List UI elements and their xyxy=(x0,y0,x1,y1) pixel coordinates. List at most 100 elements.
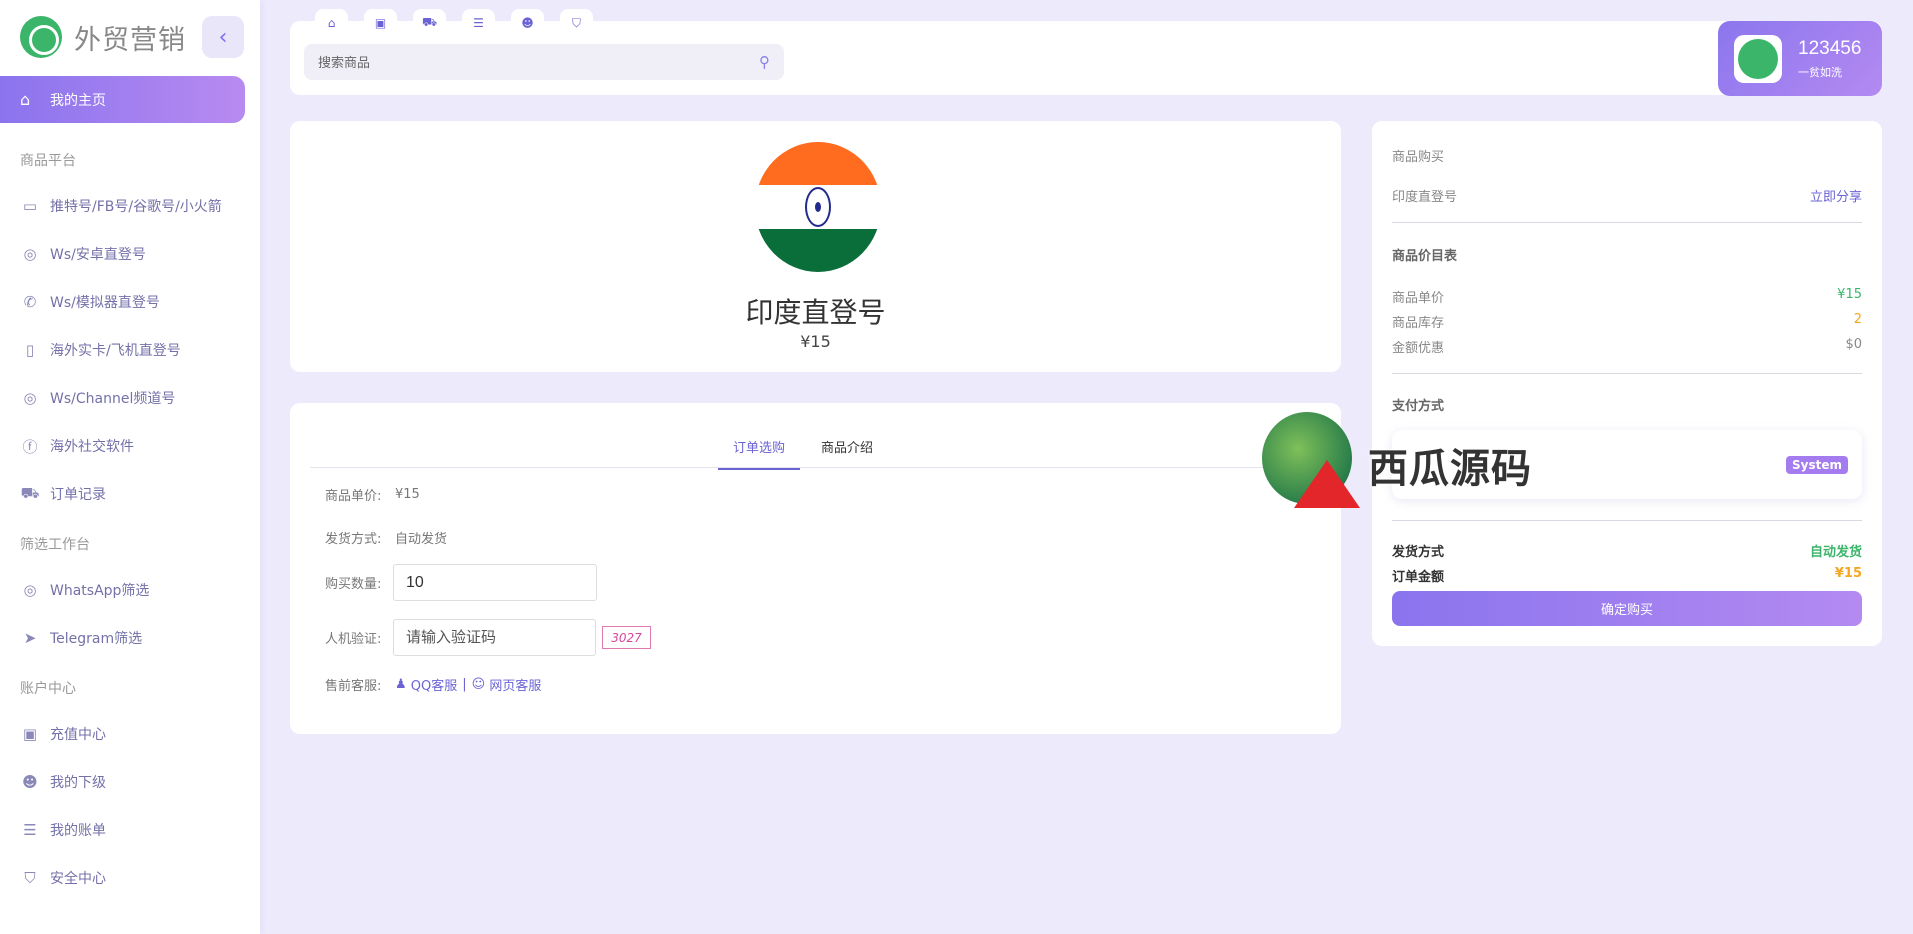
quick-wallet-button[interactable]: ▣ xyxy=(364,9,397,37)
search-icon[interactable]: ⚲ xyxy=(759,53,770,71)
facebook-icon: ⓕ xyxy=(22,437,38,456)
quantity-label: 购买数量: xyxy=(325,577,382,592)
sidebar-item-home[interactable]: ⌂ 我的主页 xyxy=(0,76,245,123)
collapse-sidebar-button[interactable]: ‹ xyxy=(202,16,244,58)
order-card: 订单选购 商品介绍 商品单价: ¥15 发货方式: 自动发货 购买数量: 人机验… xyxy=(290,403,1341,734)
sidebar-item-ws-channel[interactable]: ◎ Ws/Channel频道号 xyxy=(20,385,175,411)
sidebar-item-recharge[interactable]: ▣ 充值中心 xyxy=(20,721,106,747)
web-service-label: 网页客服 xyxy=(489,679,542,694)
watermelon-slice-icon xyxy=(1294,460,1360,508)
confirm-buy-button[interactable]: 确定购买 xyxy=(1392,591,1862,626)
sidebar-item-label: 推特号/FB号/谷歌号/小火箭 xyxy=(50,199,222,215)
web-service-link[interactable]: ☺ 网页客服 xyxy=(472,675,542,694)
service-row: 售前客服: ♟ QQ客服 | ☺ 网页客服 xyxy=(325,675,541,694)
sidebar-item-bills[interactable]: ☰ 我的账单 xyxy=(20,817,106,843)
bill-icon: ☰ xyxy=(473,16,484,30)
sidebar-section-title: 商品平台 xyxy=(20,153,76,169)
chat-icon: ▭ xyxy=(22,197,38,215)
divider xyxy=(1392,222,1862,223)
tab-order-select[interactable]: 订单选购 xyxy=(718,437,801,470)
unit-price-row: 商品单价: ¥15 xyxy=(325,485,420,504)
cart-icon: ⛟ xyxy=(20,484,40,502)
cart-icon: ⛟ xyxy=(421,15,438,29)
wallet-icon: ▣ xyxy=(22,725,38,743)
brand: 外贸营销 xyxy=(20,16,186,58)
captcha-input[interactable] xyxy=(393,619,596,656)
product-title: 印度直登号 xyxy=(745,296,886,329)
watermark: 西瓜源码 xyxy=(1254,412,1534,512)
sidebar-item-label: 我的下级 xyxy=(50,775,106,791)
quick-bill-button[interactable]: ☰ xyxy=(462,9,495,37)
qq-service-label: QQ客服 xyxy=(410,679,458,694)
shield-icon: ⛉ xyxy=(571,15,581,30)
search-input[interactable] xyxy=(318,54,759,70)
user-star-icon: ☻ xyxy=(22,773,38,791)
quick-security-button[interactable]: ⛉ xyxy=(560,9,593,37)
user-star-icon: ☻ xyxy=(521,16,534,30)
sidebar-item-orders[interactable]: ⛟ 订单记录 xyxy=(20,481,106,507)
purchase-section-title: 商品购买 xyxy=(1392,150,1445,165)
discount-value: $0 xyxy=(1845,337,1862,352)
unit-price-label: 商品单价: xyxy=(325,489,382,504)
brand-logo xyxy=(20,16,62,58)
sidebar-item-sim-card[interactable]: ▯ 海外实卡/飞机直登号 xyxy=(20,337,181,363)
sidebar-item-label: 安全中心 xyxy=(50,871,106,887)
shipping-value: 自动发货 xyxy=(1809,545,1862,560)
user-subtitle: 一贫如洗 xyxy=(1798,65,1842,79)
captcha-image[interactable]: 3027 xyxy=(602,626,651,649)
sidebar-item-label: 充值中心 xyxy=(50,727,106,743)
sidebar-item-subordinates[interactable]: ☻ 我的下级 xyxy=(20,769,106,795)
divider xyxy=(1392,373,1862,374)
qq-service-link[interactable]: ♟ QQ客服 xyxy=(395,675,457,694)
sidebar-item-security[interactable]: ⛉ 安全中心 xyxy=(20,865,106,891)
user-card[interactable]: 123456 一贫如洗 xyxy=(1718,21,1882,96)
separator: | xyxy=(462,677,467,692)
shipping-row: 发货方式: 自动发货 xyxy=(325,528,447,547)
quick-home-button[interactable]: ⌂ xyxy=(315,9,348,37)
user-name: 123456 xyxy=(1798,37,1862,59)
share-link[interactable]: 立即分享 xyxy=(1810,186,1862,205)
sidebar-item-social-apps[interactable]: ⓕ 海外社交软件 xyxy=(20,433,134,459)
sidebar-item-twitter-fb[interactable]: ▭ 推特号/FB号/谷歌号/小火箭 xyxy=(20,193,222,219)
user-plus-icon: ☺ xyxy=(471,677,486,692)
purchase-product-name: 印度直登号 xyxy=(1392,190,1458,205)
sidebar-item-label: 我的账单 xyxy=(50,823,106,839)
tab-product-intro[interactable]: 商品介绍 xyxy=(821,437,873,468)
sidebar-section-title: 筛选工作台 xyxy=(20,537,90,553)
total-label: 订单金额 xyxy=(1392,570,1445,585)
quick-cart-button[interactable]: ⛟ xyxy=(413,9,446,37)
shipping-label: 发货方式 xyxy=(1392,545,1445,560)
sidebar-item-ws-android[interactable]: ◎ Ws/安卓直登号 xyxy=(20,241,146,267)
quantity-input[interactable] xyxy=(393,564,597,601)
discount-label: 金额优惠 xyxy=(1392,341,1445,356)
sidebar-item-label: 海外社交软件 xyxy=(50,439,134,455)
captcha-row: 人机验证: 3027 xyxy=(325,619,651,656)
sidebar-item-telegram-filter[interactable]: ➤ Telegram筛选 xyxy=(20,625,142,651)
bill-icon: ☰ xyxy=(23,821,37,839)
sidebar-item-label: 订单记录 xyxy=(50,487,106,503)
qq-icon: ♟ xyxy=(395,677,407,692)
unit-price-value: ¥15 xyxy=(395,487,420,502)
telegram-icon: ➤ xyxy=(23,629,37,647)
sidebar-item-ws-emulator[interactable]: ✆ Ws/模拟器直登号 xyxy=(20,289,160,315)
watermark-text: 西瓜源码 xyxy=(1368,446,1532,492)
chevron-left-icon: ‹ xyxy=(218,24,228,50)
phone-icon: ✆ xyxy=(23,293,37,311)
unit-price-value: ¥15 xyxy=(1837,287,1862,302)
sidebar: 外贸营销 ‹ ⌂ 我的主页 商品平台 ▭ 推特号/FB号/谷歌号/小火箭 ◎ Ws/… xyxy=(0,0,260,934)
sidebar-item-label: Ws/模拟器直登号 xyxy=(50,295,160,311)
home-icon: ⌂ xyxy=(327,16,336,30)
total-value: ¥15 xyxy=(1834,566,1862,581)
sidebar-item-whatsapp-filter[interactable]: ◎ WhatsApp筛选 xyxy=(20,577,149,603)
payment-badge: System xyxy=(1786,456,1848,474)
quick-user-button[interactable]: ☻ xyxy=(511,9,544,37)
avatar xyxy=(1734,34,1782,83)
sim-card-icon: ▯ xyxy=(25,341,35,359)
sidebar-item-label: Telegram筛选 xyxy=(50,631,143,647)
sidebar-item-label: Ws/安卓直登号 xyxy=(50,247,146,263)
service-label: 售前客服: xyxy=(325,679,382,694)
sidebar-item-label: 海外实卡/飞机直登号 xyxy=(50,343,181,359)
stock-label: 商品库存 xyxy=(1392,316,1445,331)
shipping-label: 发货方式: xyxy=(325,532,382,547)
shield-icon: ⛉ xyxy=(24,869,36,887)
